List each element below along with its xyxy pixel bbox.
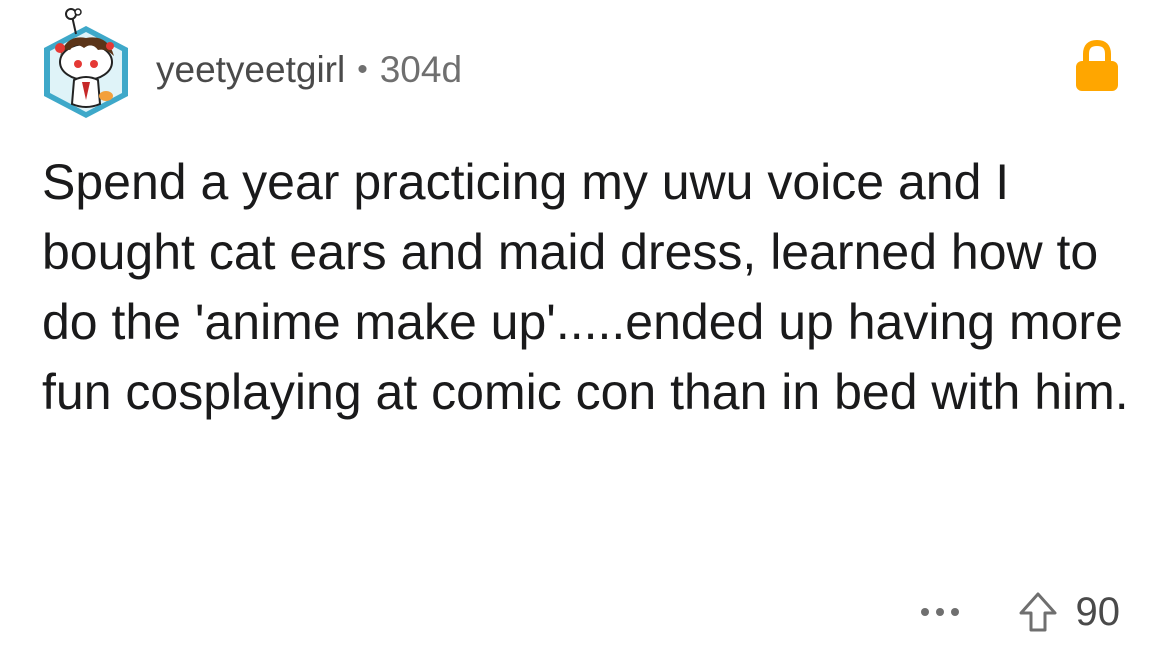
vote-score: 90 xyxy=(1075,589,1121,634)
separator-dot: • xyxy=(357,53,368,86)
more-options-icon[interactable] xyxy=(918,602,962,622)
upvote-arrow-icon[interactable] xyxy=(1018,591,1058,633)
comment-body: Spend a year practicing my uwu voice and… xyxy=(42,154,1129,420)
comment-age: 304d xyxy=(379,49,463,90)
comment-actions: 90 xyxy=(918,588,1121,636)
comment-header: yeetyeetgirl • 304d xyxy=(156,44,462,96)
user-avatar[interactable] xyxy=(36,4,136,120)
username-link[interactable]: yeetyeetgirl xyxy=(156,49,345,91)
comment-card: yeetyeetgirl • 304d Spend a year practic… xyxy=(0,0,1170,662)
lock-icon xyxy=(1076,40,1118,91)
